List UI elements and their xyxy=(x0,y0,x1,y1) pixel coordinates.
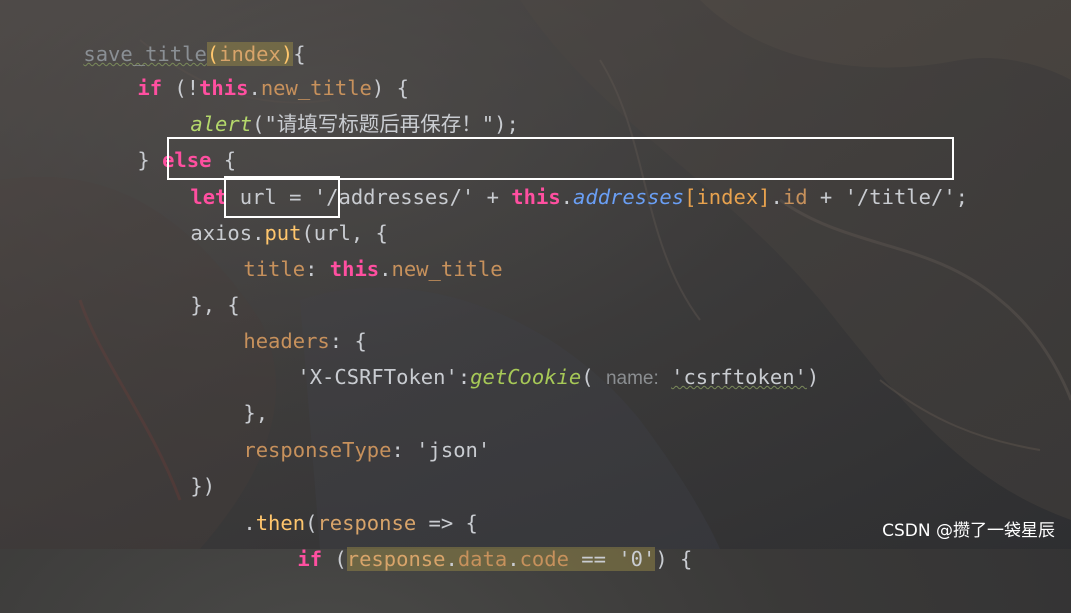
code-line-13: }) xyxy=(190,474,216,498)
code-line-14: .then(response => { xyxy=(243,511,478,535)
code-line-7: title: this.new_title xyxy=(243,257,503,281)
watermark: CSDN @攒了一袋星辰 xyxy=(882,521,1055,541)
code-line-3: alert("请填写标题后再保存！"); xyxy=(190,112,519,136)
code-line-8: }, { xyxy=(190,293,240,317)
code-line-12: responseType: 'json' xyxy=(243,438,491,462)
code-line-2: if (!this.new_title) { xyxy=(137,76,409,100)
code-line-15: if (response.data.code == '0') { xyxy=(297,547,693,571)
code-line-1: save_title(index){ xyxy=(83,42,306,66)
code-line-9: headers: { xyxy=(243,329,367,353)
parameter-hint: name: xyxy=(605,368,659,389)
code-editor[interactable]: save_title(index){ if (!this.new_title) … xyxy=(0,0,1071,571)
highlight-box-url xyxy=(167,137,954,180)
code-line-10: 'X-CSRFToken':getCookie( name: 'csrftoke… xyxy=(297,365,820,389)
code-line-11: }, xyxy=(243,401,269,425)
highlight-box-put xyxy=(224,176,340,218)
